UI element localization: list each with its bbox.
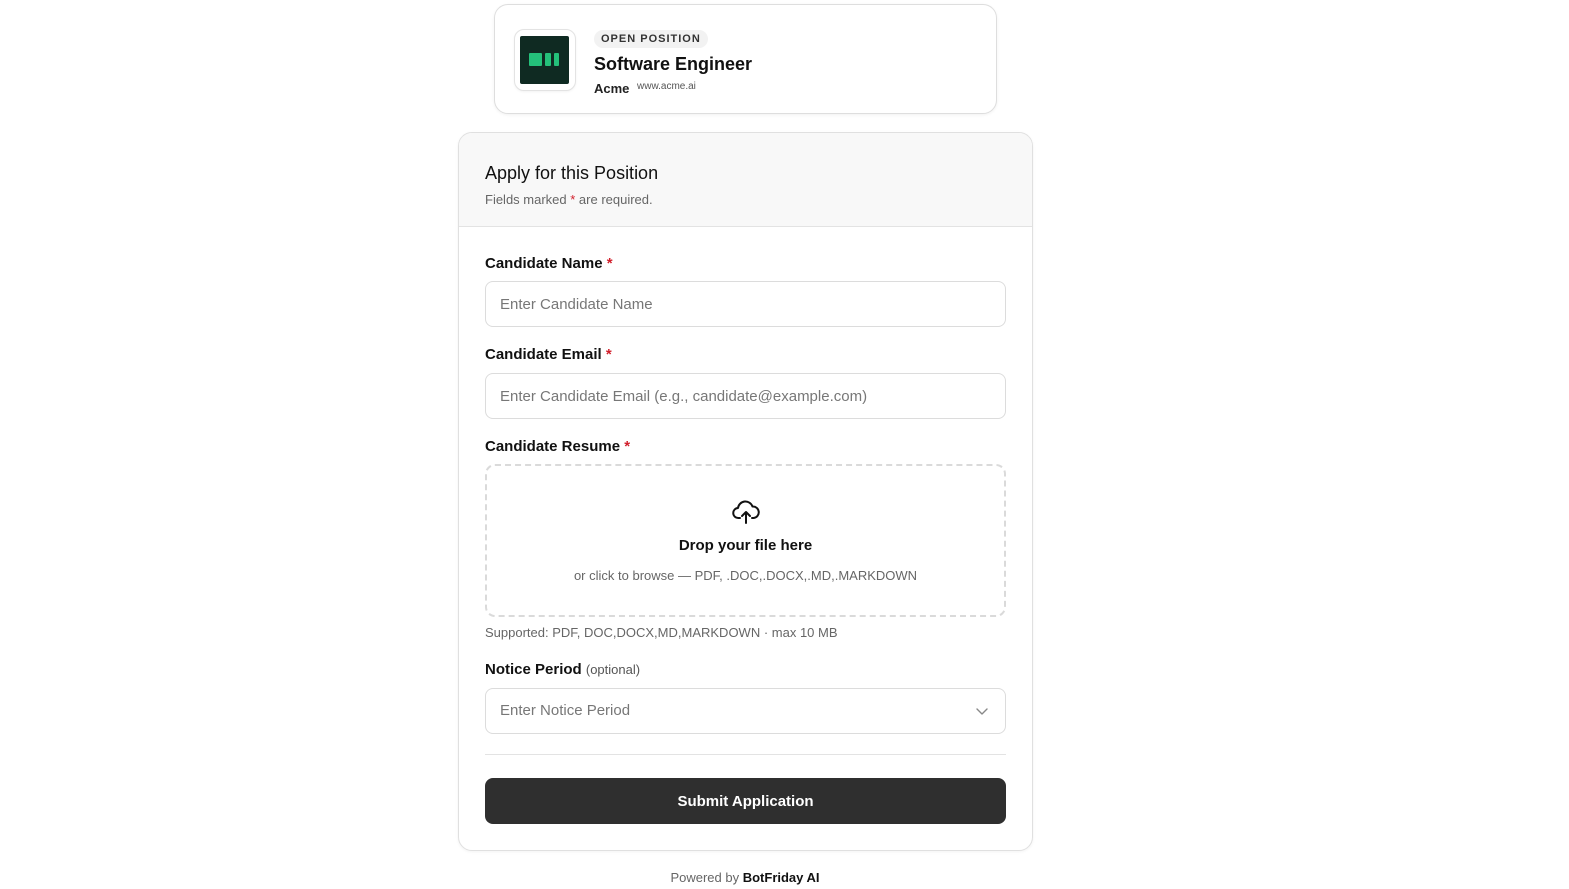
candidate-email-input[interactable] <box>485 373 1006 419</box>
footer-brand[interactable]: BotFriday AI <box>743 870 820 885</box>
notice-period-select[interactable]: Enter Notice Period <box>485 688 1006 734</box>
dropzone-subtitle: or click to browse — PDF, .DOC,.DOCX,.MD… <box>573 568 918 583</box>
powered-by-footer: Powered by BotFriday AI <box>670 870 820 885</box>
form-title: Apply for this Position <box>485 163 659 183</box>
supported-formats-note: Supported: PDF, DOC,DOCX,MD,MARKDOWN · m… <box>485 625 838 640</box>
notice-period-placeholder: Enter Notice Period <box>500 702 631 719</box>
open-position-badge: OPEN POSITION <box>594 30 708 48</box>
company-website[interactable]: www.acme.ai <box>637 81 696 92</box>
optional-tag: (optional) <box>585 662 641 677</box>
company-logo-icon <box>520 36 569 84</box>
dropzone-title: Drop your file here <box>678 537 813 554</box>
notice-period-label: Notice Period (optional) <box>485 661 641 678</box>
company-name: Acme <box>594 81 630 96</box>
application-form: Apply for this Position Fields marked * … <box>458 132 1033 851</box>
form-divider <box>485 754 1006 755</box>
resume-dropzone[interactable]: Drop your file here or click to browse —… <box>485 464 1006 617</box>
candidate-email-label: Candidate Email * <box>485 346 612 363</box>
candidate-name-label: Candidate Name * <box>485 255 613 272</box>
job-title: Software Engineer <box>594 54 753 74</box>
form-header: Apply for this Position Fields marked * … <box>459 133 1032 227</box>
form-subtitle: Fields marked * are required. <box>485 192 653 207</box>
submit-application-button[interactable]: Submit Application <box>485 778 1006 824</box>
chevron-down-icon <box>976 708 988 715</box>
company-logo <box>514 29 576 91</box>
candidate-resume-label: Candidate Resume * <box>485 438 631 455</box>
candidate-name-input[interactable] <box>485 281 1006 327</box>
job-header-card: OPEN POSITION Software Engineer Acme www… <box>494 4 997 114</box>
cloud-upload-icon <box>732 500 760 524</box>
